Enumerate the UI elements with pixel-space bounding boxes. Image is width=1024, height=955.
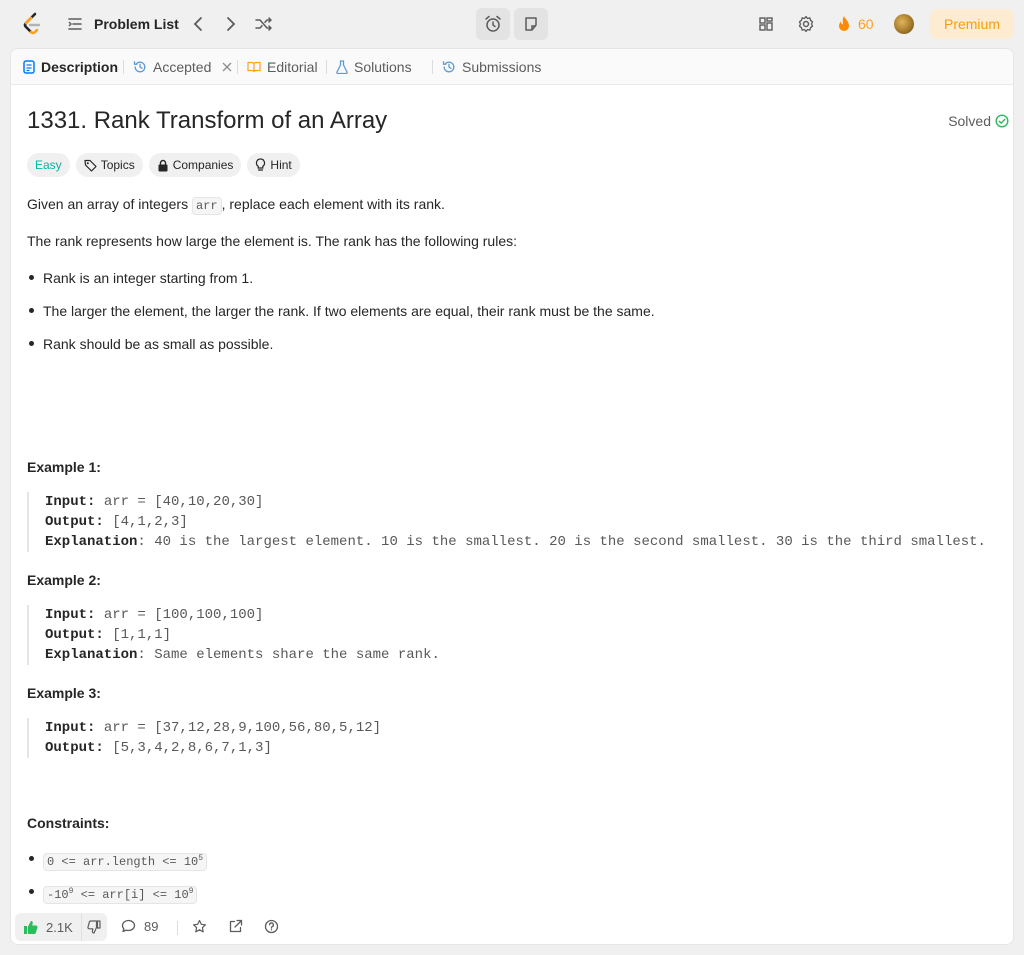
thumbs-up-icon <box>24 920 38 934</box>
problem-panel: Description Accepted Editorial Solutions <box>10 48 1014 945</box>
layout-grid-icon <box>759 17 773 31</box>
tab-solutions-label: Solutions <box>354 59 412 75</box>
random-problem-button[interactable] <box>254 14 274 34</box>
constraint-item: 0 <= arr.length <= 105 <box>27 849 987 872</box>
user-avatar[interactable] <box>894 14 914 34</box>
thumbs-down-icon <box>87 920 101 934</box>
tab-submissions[interactable]: Submissions <box>442 58 541 76</box>
shuffle-icon <box>255 17 272 31</box>
tab-editorial-label: Editorial <box>267 59 318 75</box>
tab-accepted[interactable]: Accepted <box>133 58 233 76</box>
notes-button[interactable] <box>514 8 548 40</box>
next-problem-button[interactable] <box>221 14 241 34</box>
problem-list-link[interactable]: Problem List <box>94 16 179 33</box>
lock-icon <box>158 159 168 171</box>
rules-intro: The rank represents how large the elemen… <box>27 233 517 249</box>
solved-status: Solved <box>948 113 1009 129</box>
intro-text-end: , replace each element with its rank. <box>221 196 445 212</box>
alarm-clock-icon <box>485 15 501 32</box>
streak-count: 60 <box>858 16 874 32</box>
example-3-block: Input: arr = [37,12,28,9,100,56,80,5,12]… <box>27 718 1007 758</box>
tag-icon <box>84 159 97 172</box>
question-circle-icon <box>264 919 279 934</box>
hint-chip-label: Hint <box>270 158 292 172</box>
inline-code-arr: arr <box>191 197 222 215</box>
problem-footer-toolbar: 2.1K 89 <box>11 911 1013 944</box>
constraint-code: 0 <= arr.length <= 105 <box>43 853 208 871</box>
tab-solutions[interactable]: Solutions <box>336 58 412 76</box>
example-2-title: Example 2: <box>27 572 101 588</box>
external-link-icon <box>229 919 243 933</box>
chevron-right-icon <box>227 17 236 31</box>
history-icon <box>442 61 455 73</box>
lightbulb-icon <box>256 158 266 171</box>
tab-editorial[interactable]: Editorial <box>247 58 318 76</box>
example-1-title: Example 1: <box>27 459 101 475</box>
topics-chip-label: Topics <box>100 158 135 172</box>
help-button[interactable] <box>264 919 279 934</box>
like-button[interactable]: 2.1K <box>15 920 81 935</box>
document-icon <box>23 60 35 74</box>
topics-chip[interactable]: Topics <box>75 153 143 177</box>
constraint-item: -109 <= arr[i] <= 109 <box>27 882 987 905</box>
tab-submissions-label: Submissions <box>462 59 542 75</box>
note-icon <box>525 17 537 31</box>
timer-button[interactable] <box>476 8 510 40</box>
flask-icon <box>336 60 348 74</box>
companies-chip-label: Companies <box>172 158 234 172</box>
constraints-title: Constraints: <box>27 815 110 831</box>
comment-icon <box>121 919 136 933</box>
intro-paragraph: Given an array of integers arr, replace … <box>27 194 445 216</box>
example-1-block: Input: arr = [40,10,20,30] Output: [4,1,… <box>27 492 1007 552</box>
top-navbar: Problem List 60 Premium <box>0 0 1024 48</box>
premium-button[interactable]: Premium <box>930 9 1014 39</box>
previous-problem-button[interactable] <box>188 14 208 34</box>
book-icon <box>247 61 261 73</box>
leetcode-logo-icon[interactable] <box>22 12 42 36</box>
check-circle-icon <box>995 114 1009 128</box>
rule-item: Rank should be as small as possible. <box>27 334 987 354</box>
tab-description[interactable]: Description <box>23 58 118 76</box>
hint-chip[interactable]: Hint <box>247 153 300 177</box>
intro-text: Given an array of integers <box>27 196 192 212</box>
tab-accepted-label: Accepted <box>153 59 212 75</box>
layout-button[interactable] <box>756 14 776 34</box>
vote-group: 2.1K <box>15 913 107 941</box>
star-icon <box>193 919 206 933</box>
solved-label: Solved <box>948 113 991 129</box>
dislike-button[interactable] <box>80 913 107 941</box>
rule-item: Rank is an integer starting from 1. <box>27 268 987 288</box>
settings-button[interactable] <box>796 14 816 34</box>
daily-streak[interactable]: 60 <box>836 14 874 34</box>
example-3-title: Example 3: <box>27 685 101 701</box>
problem-title[interactable]: 1331. Rank Transform of an Array <box>27 107 387 135</box>
favorite-button[interactable] <box>192 919 207 934</box>
close-icon <box>222 62 232 72</box>
share-button[interactable] <box>228 919 243 934</box>
example-2-block: Input: arr = [100,100,100] Output: [1,1,… <box>27 605 1007 665</box>
problem-tags: Easy Topics Companies Hint <box>27 153 300 177</box>
gear-icon <box>798 15 814 33</box>
panel-tab-bar: Description Accepted Editorial Solutions <box>11 49 1013 85</box>
constraint-code: -109 <= arr[i] <= 109 <box>43 886 198 904</box>
rule-item: The larger the element, the larger the r… <box>27 301 987 321</box>
fire-icon <box>839 16 849 31</box>
comments-button[interactable]: 89 <box>121 919 158 934</box>
history-icon <box>133 61 146 73</box>
like-count: 2.1K <box>46 919 73 935</box>
companies-chip[interactable]: Companies <box>148 153 242 177</box>
comment-count: 89 <box>144 919 159 934</box>
tab-description-label: Description <box>41 59 119 75</box>
chevron-left-icon <box>193 17 202 31</box>
problem-list-icon[interactable] <box>67 16 83 32</box>
difficulty-badge: Easy <box>27 153 70 177</box>
